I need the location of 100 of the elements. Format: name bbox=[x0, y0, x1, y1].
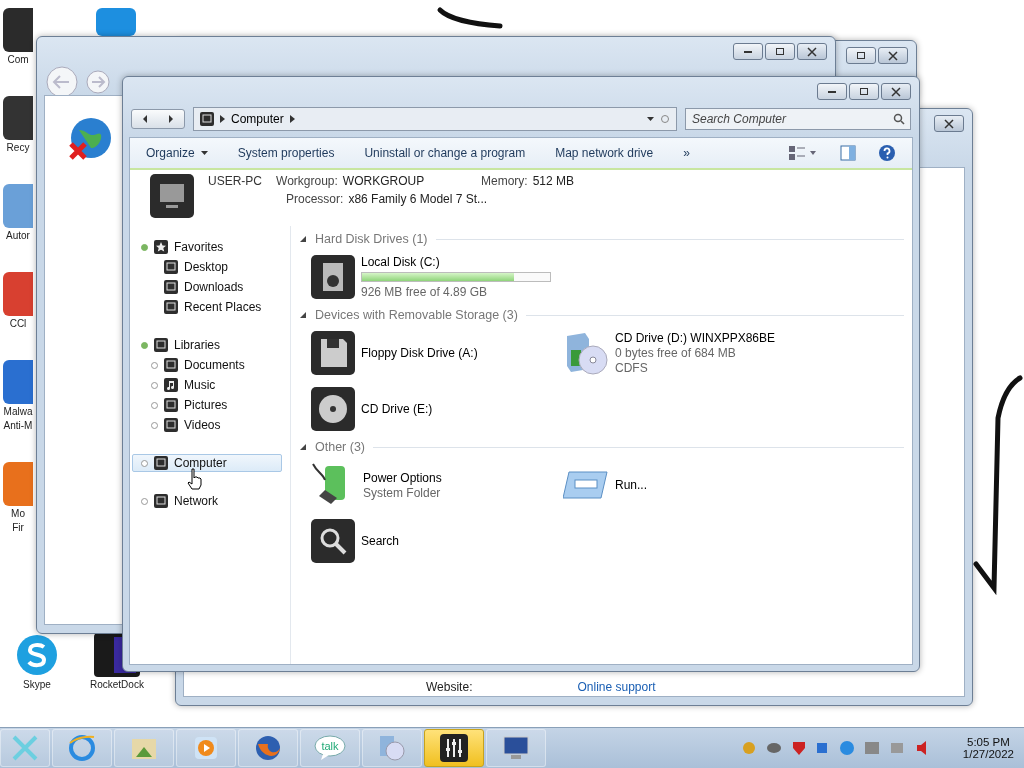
item-detail: 926 MB free of 4.89 GB bbox=[361, 285, 489, 299]
preview-pane-icon[interactable] bbox=[840, 145, 856, 161]
item-name[interactable]: CD Drive (E:) bbox=[361, 402, 433, 416]
globe-fox-icon bbox=[254, 734, 282, 762]
close-button[interactable] bbox=[881, 83, 911, 100]
sidebar-item[interactable]: Videos bbox=[132, 416, 282, 434]
download-icon bbox=[164, 280, 178, 294]
sidebar-item[interactable]: Documents bbox=[132, 356, 282, 374]
start-button[interactable] bbox=[0, 729, 50, 767]
toolbar-button[interactable]: Map network drive bbox=[555, 146, 654, 160]
expand-indicator[interactable] bbox=[151, 401, 158, 409]
expand-indicator[interactable] bbox=[151, 421, 158, 429]
search-field[interactable]: Search Computer bbox=[685, 108, 911, 130]
detail-label: Processor: bbox=[286, 192, 344, 206]
sidebar-item[interactable]: Pictures bbox=[132, 396, 282, 414]
item-name[interactable]: Local Disk (C:) bbox=[361, 255, 551, 269]
breadcrumb[interactable]: Computer bbox=[231, 112, 284, 126]
toolbar-button[interactable]: » bbox=[683, 146, 690, 160]
library-icon bbox=[154, 338, 168, 352]
desktop-icon bbox=[164, 260, 178, 274]
help-icon[interactable] bbox=[878, 144, 896, 162]
forward-arrow-icon bbox=[169, 115, 173, 123]
support-link[interactable]: Online support bbox=[577, 680, 656, 694]
item-name[interactable]: Power Options bbox=[363, 470, 442, 485]
monitor-icon bbox=[501, 735, 531, 761]
music-note-icon bbox=[164, 378, 178, 392]
close-button[interactable] bbox=[878, 47, 908, 64]
minimize-button[interactable] bbox=[817, 83, 847, 100]
item-name[interactable]: Search bbox=[361, 534, 400, 548]
sidebar-item[interactable]: Downloads bbox=[132, 278, 282, 296]
minimize-icon bbox=[828, 90, 836, 93]
close-button[interactable] bbox=[797, 43, 827, 60]
sidebar-item[interactable]: Desktop bbox=[132, 258, 282, 276]
maximize-button[interactable] bbox=[765, 43, 795, 60]
view-options-icon[interactable] bbox=[788, 145, 818, 161]
taskbar-app[interactable] bbox=[424, 729, 484, 767]
minimize-button[interactable] bbox=[733, 43, 763, 60]
maximize-button[interactable] bbox=[849, 83, 879, 100]
item-detail: 0 bytes free of 684 MB bbox=[615, 346, 737, 360]
close-button[interactable] bbox=[934, 115, 964, 132]
skype-s-icon[interactable] bbox=[14, 633, 60, 677]
desktop-icon-label: Com bbox=[7, 54, 29, 66]
detail-value: WORKGROUP bbox=[342, 174, 425, 188]
back-forward-button[interactable] bbox=[131, 109, 185, 129]
toolbar-button[interactable]: System properties bbox=[237, 146, 335, 160]
detail-value: x86 Family 6 Model 7 St... bbox=[348, 192, 488, 206]
close-icon bbox=[807, 46, 817, 57]
item-detail: System Folder bbox=[363, 485, 442, 500]
expand-indicator[interactable] bbox=[141, 497, 148, 505]
desktop-icon-label: CCl bbox=[9, 318, 27, 330]
sidebar-item[interactable]: Music bbox=[132, 376, 282, 394]
search-icon bbox=[311, 519, 355, 563]
close-icon bbox=[944, 118, 954, 129]
expand-indicator[interactable] bbox=[141, 341, 148, 349]
search-icon bbox=[893, 113, 905, 125]
item-name[interactable]: CD Drive (D:) WINXPPX86BE bbox=[615, 331, 776, 345]
expand-indicator[interactable] bbox=[151, 361, 158, 369]
field-label: Website: bbox=[426, 680, 473, 694]
sidebar-item[interactable]: Recent Places bbox=[132, 298, 282, 316]
close-icon bbox=[891, 86, 901, 97]
caret-icon bbox=[647, 117, 654, 121]
expand-indicator[interactable] bbox=[141, 459, 148, 467]
sidebar-item[interactable]: Network bbox=[132, 492, 282, 510]
picture-icon bbox=[164, 398, 178, 412]
start-x-icon bbox=[10, 733, 40, 763]
hand-cursor-icon bbox=[187, 468, 203, 490]
item-name[interactable]: Floppy Disk Drive (A:) bbox=[361, 346, 478, 360]
toolbar-button[interactable]: Uninstall or change a program bbox=[364, 146, 526, 160]
network-icon bbox=[154, 494, 168, 508]
collapse-arrow-icon[interactable] bbox=[299, 235, 307, 243]
monitor-icon bbox=[200, 112, 214, 126]
minimize-icon bbox=[744, 50, 752, 53]
collapse-arrow-icon[interactable] bbox=[299, 443, 307, 451]
expand-indicator[interactable] bbox=[141, 243, 148, 251]
expand-indicator[interactable] bbox=[151, 381, 158, 389]
detail-label: Memory: bbox=[481, 174, 528, 188]
detail-value: 512 MB bbox=[532, 174, 575, 188]
toolbar-button[interactable]: Organize bbox=[146, 146, 208, 160]
section-title: Hard Disk Drives (1) bbox=[315, 232, 428, 246]
desktop-icon-label: RocketDock bbox=[90, 679, 144, 691]
collapse-arrow-icon[interactable] bbox=[299, 311, 307, 319]
section-title: Devices with Removable Storage (3) bbox=[315, 308, 518, 322]
item-name[interactable]: Run... bbox=[615, 478, 647, 492]
sidebar-item[interactable]: Favorites bbox=[132, 238, 282, 256]
remote-app-icon[interactable] bbox=[96, 8, 136, 36]
video-icon bbox=[164, 418, 178, 432]
desktop-icon-label: Autor bbox=[6, 230, 30, 242]
refresh-icon[interactable] bbox=[660, 114, 670, 124]
desktop-icon-label: Mo bbox=[11, 508, 25, 520]
maximize-button[interactable] bbox=[846, 47, 876, 64]
desktop-icon-label: Fir bbox=[12, 522, 24, 534]
desktop-icon-label: Skype bbox=[23, 679, 51, 691]
monitor-icon bbox=[150, 174, 194, 218]
address-bar[interactable]: Computer bbox=[193, 107, 677, 131]
run-window-icon bbox=[563, 468, 609, 502]
sidebar-item[interactable]: Libraries bbox=[132, 336, 282, 354]
document-icon bbox=[164, 358, 178, 372]
clock[interactable]: 5:05 PM 1/27/2022 bbox=[962, 736, 1014, 760]
desktop-icon-label: Recy bbox=[6, 142, 30, 154]
sidebar-item[interactable]: Computer bbox=[132, 454, 282, 472]
